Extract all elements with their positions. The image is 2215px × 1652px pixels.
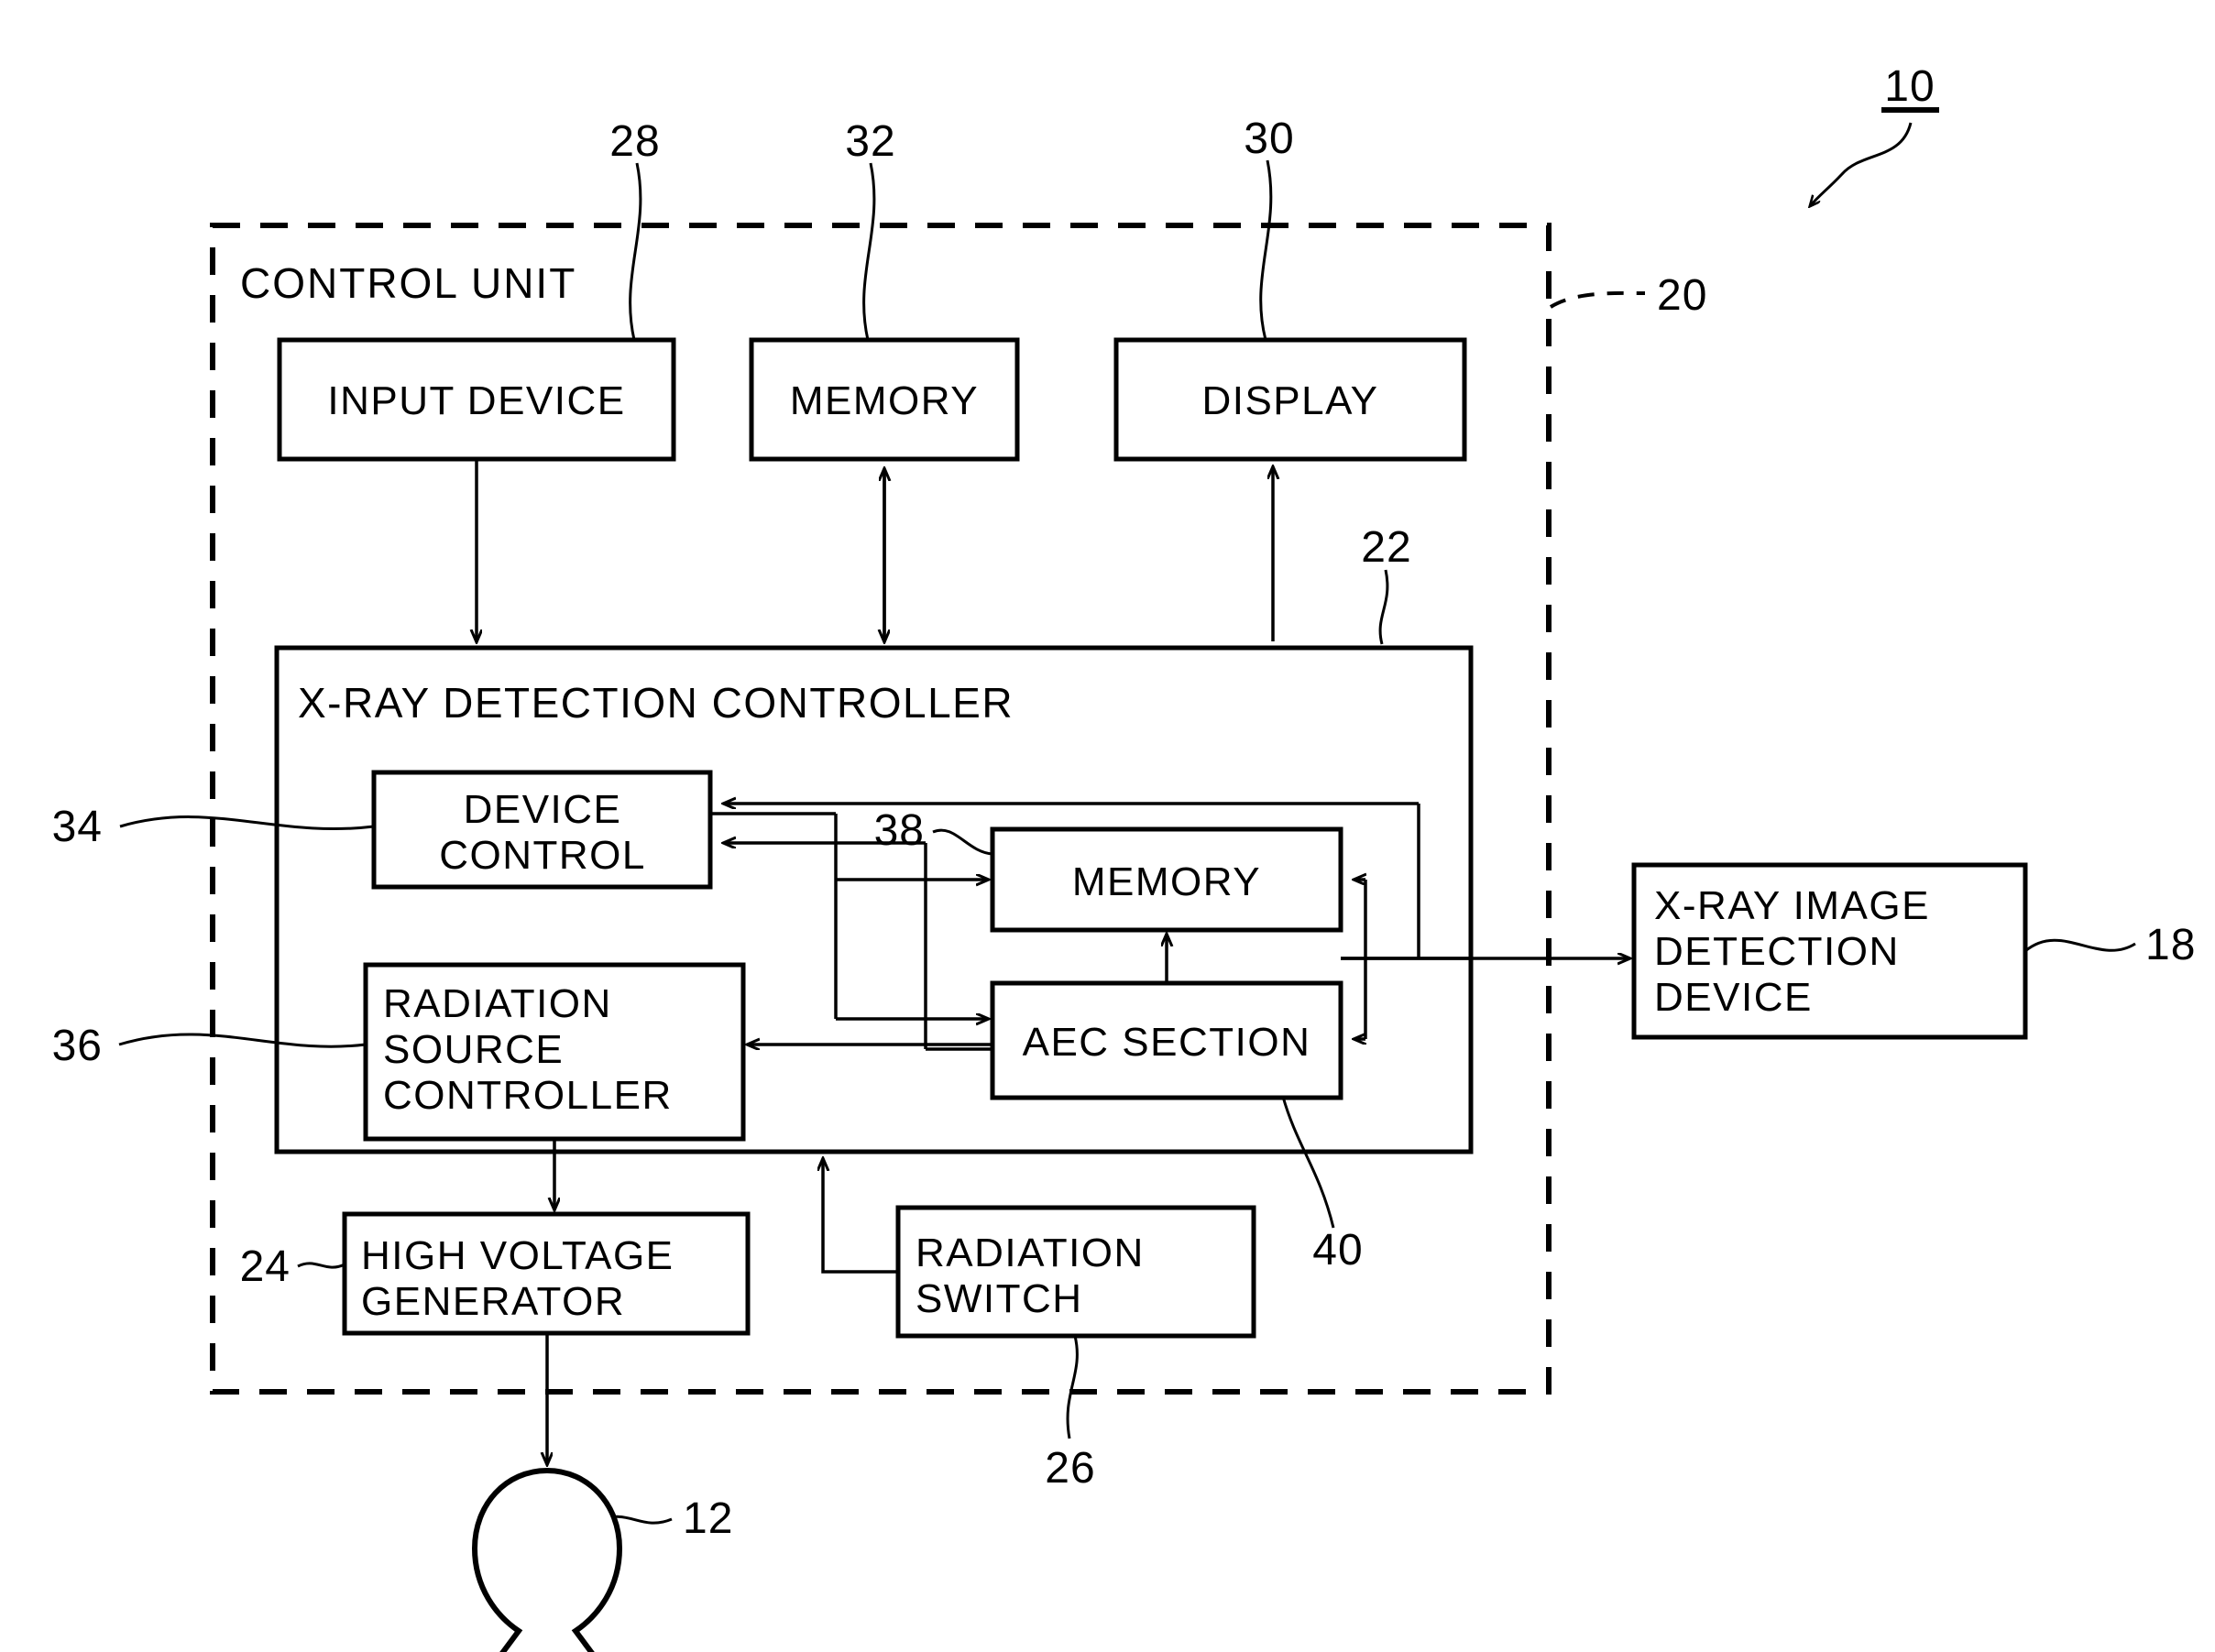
leader-32	[862, 162, 876, 341]
leader-30	[1259, 159, 1273, 341]
patent-figure-canvas: CONTROL UNIT INPUT DEVICE MEMORY DISPLAY…	[0, 0, 2215, 1652]
block-diagram: CONTROL UNIT INPUT DEVICE MEMORY DISPLAY…	[52, 62, 2196, 1652]
high-voltage-generator-label-2: GENERATOR	[361, 1279, 625, 1324]
ref-numeral-24: 24	[240, 1242, 291, 1291]
xray-image-detection-device-label-3: DEVICE	[1654, 975, 1813, 1020]
leader-18	[2024, 938, 2136, 953]
radiation-switch-label-2: SWITCH	[916, 1276, 1083, 1321]
leader-24	[297, 1262, 345, 1269]
control-unit-title: CONTROL UNIT	[240, 259, 576, 307]
radiation-source-controller-label-3: CONTROLLER	[383, 1073, 673, 1118]
wire-radiation-switch-to-controller	[823, 1159, 898, 1274]
device-control-label-1: DEVICE	[464, 787, 622, 832]
device-control-label-2: CONTROL	[439, 833, 646, 878]
display-label: DISPLAY	[1201, 378, 1378, 423]
ref-numeral-40: 40	[1312, 1226, 1363, 1275]
leader-20	[1549, 290, 1646, 309]
leader-22	[1378, 569, 1389, 645]
radiation-source-controller-label-1: RADIATION	[383, 981, 612, 1026]
leader-10	[1810, 122, 1913, 206]
memory-top-label: MEMORY	[790, 378, 979, 423]
radiation-source-controller-label-2: SOURCE	[383, 1027, 564, 1072]
ref-numeral-20: 20	[1657, 271, 1707, 320]
aec-section-label: AEC SECTION	[1023, 1020, 1311, 1065]
high-voltage-generator-label-1: HIGH VOLTAGE	[361, 1233, 674, 1278]
ref-numeral-12: 12	[683, 1494, 733, 1543]
ref-numeral-26: 26	[1045, 1444, 1095, 1493]
ref-numeral-28: 28	[609, 117, 660, 166]
radiation-switch-label-1: RADIATION	[916, 1231, 1145, 1275]
ref-numeral-10: 10	[1884, 62, 1935, 111]
ref-numeral-30: 30	[1244, 115, 1294, 163]
ref-numeral-18: 18	[2145, 921, 2196, 969]
ref-numeral-34: 34	[52, 803, 103, 851]
xray-image-detection-device-label-2: DETECTION	[1654, 929, 1900, 974]
memory-inner-label: MEMORY	[1072, 859, 1261, 904]
leader-26	[1066, 1335, 1079, 1439]
ref-numeral-22: 22	[1361, 523, 1411, 572]
ref-numeral-38: 38	[874, 806, 925, 855]
xray-image-detection-device-label-1: X-RAY IMAGE	[1654, 883, 1930, 928]
leader-28	[629, 162, 642, 341]
ref-numeral-36: 36	[52, 1022, 103, 1070]
xray-detection-controller-label: X-RAY DETECTION CONTROLLER	[298, 679, 1014, 727]
ref-numeral-32: 32	[845, 117, 895, 166]
xray-tube-symbol	[471, 1467, 623, 1652]
input-device-label: INPUT DEVICE	[327, 378, 625, 423]
